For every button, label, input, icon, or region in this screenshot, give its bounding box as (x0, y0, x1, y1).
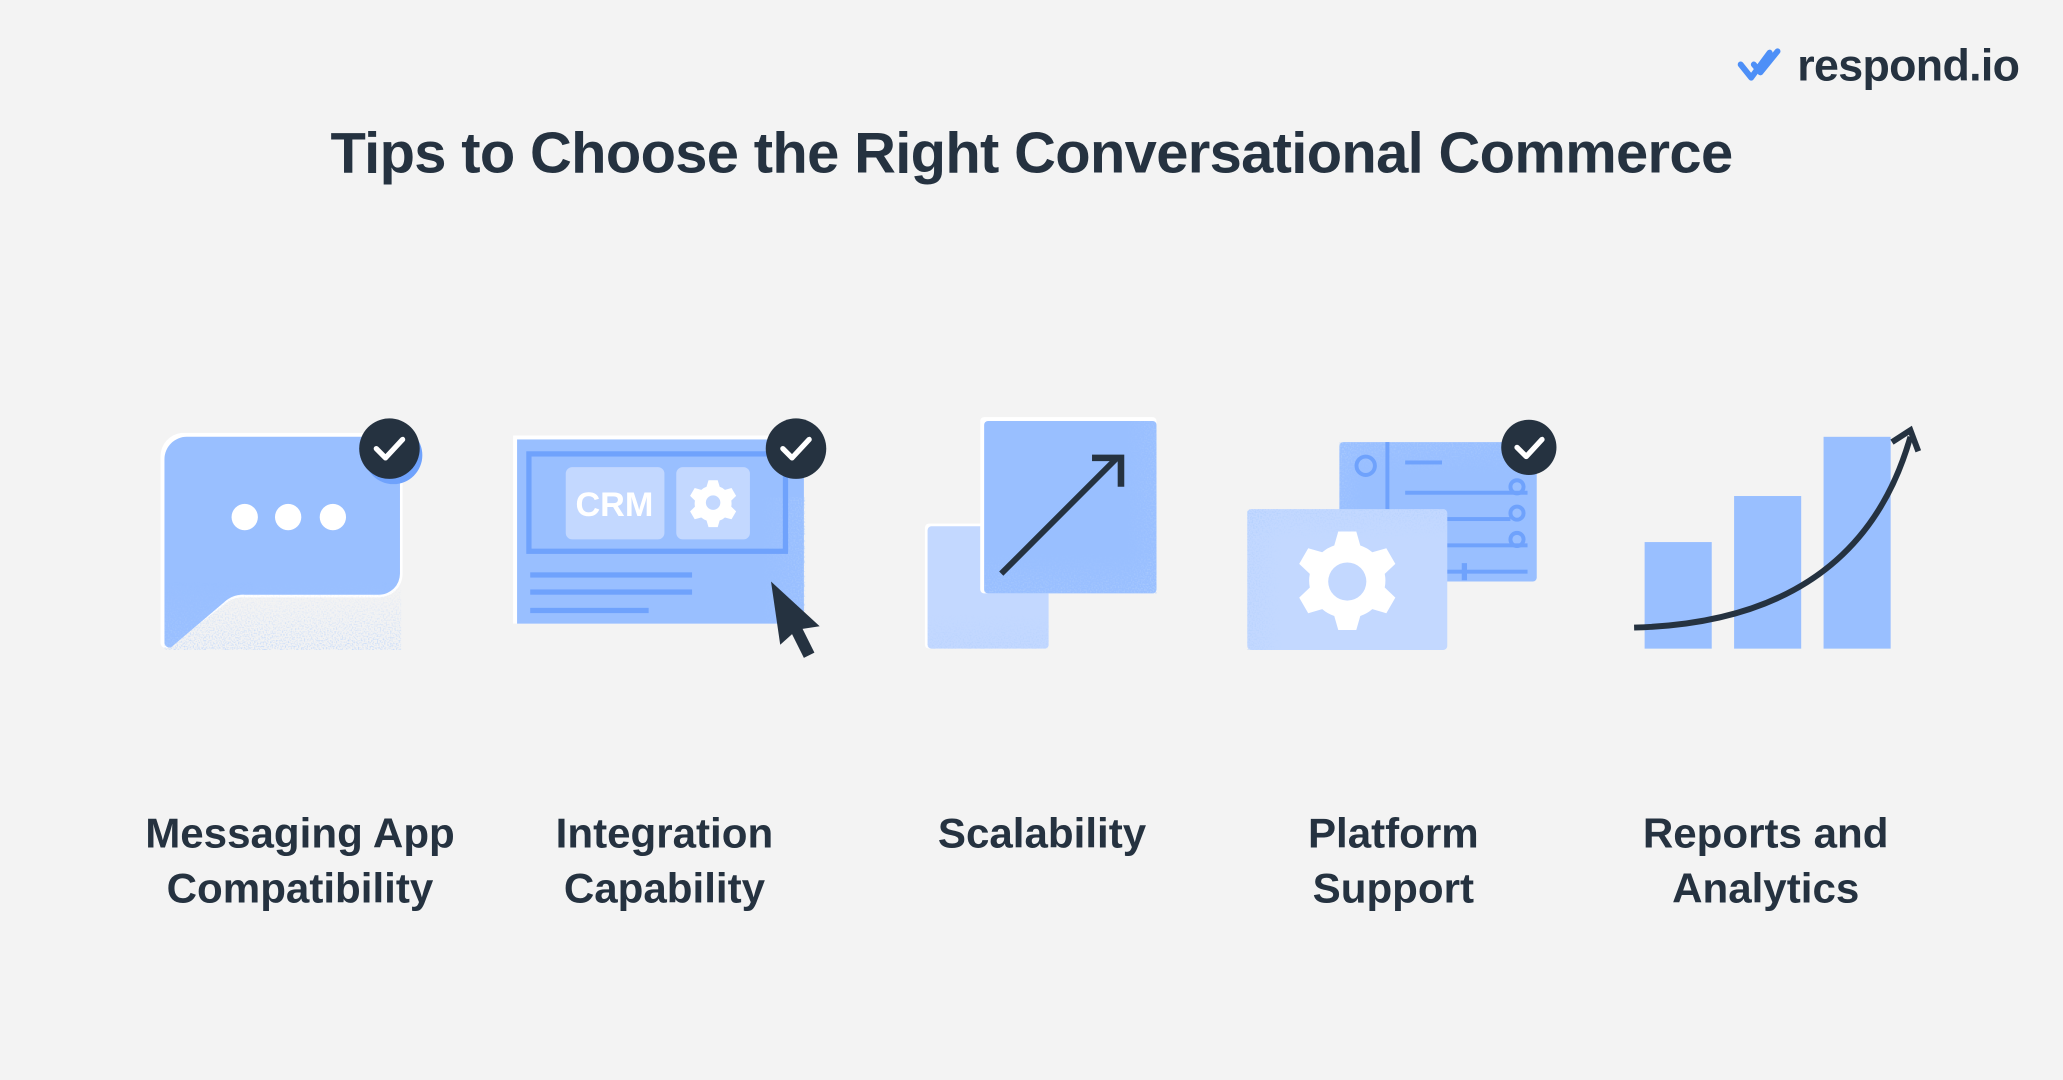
typing-dot (274, 503, 302, 531)
check-badge-icon (359, 418, 420, 479)
crm-badge-text: CRM (576, 486, 654, 524)
chat-bubble-icon (155, 418, 431, 655)
chart-bar (1734, 496, 1802, 649)
tip-label-scalability: Scalability (937, 809, 1147, 857)
check-badge-icon (765, 418, 827, 479)
check-badge-icon (1501, 419, 1557, 475)
typing-dot (231, 503, 258, 531)
logo-text: respond.io (1797, 40, 2020, 91)
tip-label-reports-and-analytics: Reports and Analytics (1642, 809, 1889, 912)
chart-bar (1644, 542, 1712, 649)
platform-settings-icon (1242, 418, 1564, 655)
scale-up-icon (921, 413, 1164, 656)
crm-integration-icon: CRM (510, 418, 839, 658)
growth-chart-icon (1629, 410, 1932, 653)
page-title: Tips to Choose the Right Conversational … (330, 121, 1734, 186)
infographic-canvas: respond.io Tips to Choose the Right Conv… (0, 0, 2063, 1080)
respond-io-logo: respond.io (1737, 39, 2020, 92)
tip-label-platform-support: Platform Support (1307, 809, 1479, 912)
typing-dot (319, 503, 347, 531)
tip-label-integration-capability: Integration Capability (555, 809, 774, 912)
double-check-icon (1737, 48, 1781, 81)
tip-label-messaging-app-compatibility: Messaging App Compatibility (145, 809, 455, 912)
